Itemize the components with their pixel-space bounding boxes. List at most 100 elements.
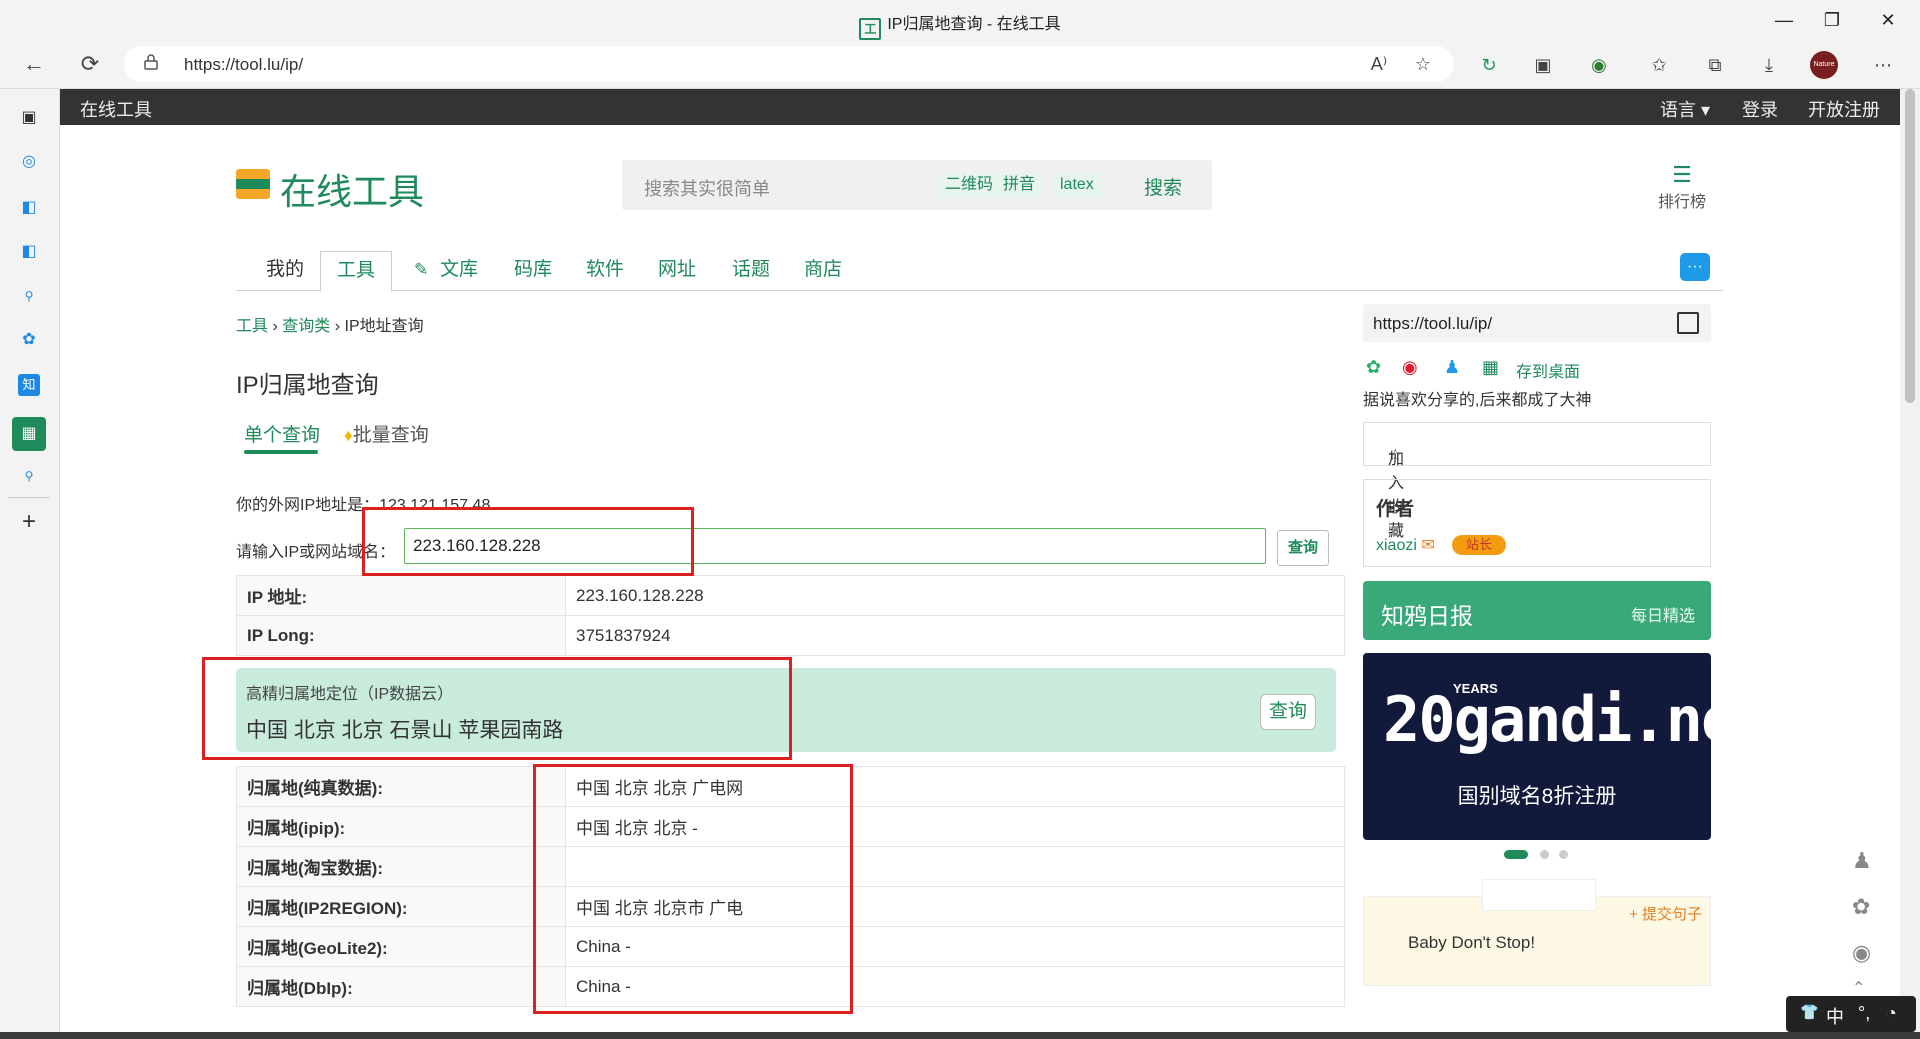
profile-avatar[interactable]: Nature [1810, 51, 1838, 79]
page-scrollbar[interactable] [1900, 89, 1920, 1039]
register-link[interactable]: 开放注册 [1808, 96, 1880, 122]
page-url-box: https://tool.lu/ip/ [1363, 304, 1711, 342]
site-brand-link[interactable]: 在线工具 [80, 96, 152, 122]
tab-batch-label: 批量查询 [352, 425, 429, 446]
ime-chinese-mode[interactable]: 中 [1826, 1003, 1844, 1029]
download-icon[interactable]: ⤓ [1758, 54, 1780, 76]
back-button[interactable]: ← [20, 50, 48, 78]
gandi-ad[interactable]: 20gandi.net YEARS 国别域名8折注册 [1363, 653, 1711, 840]
author-name-text: xiaozi [1376, 537, 1417, 554]
qq-float-icon[interactable]: ♟ [1852, 848, 1872, 874]
diamond-icon: ♦ [344, 426, 353, 445]
search-icon[interactable]: ⚲ [18, 465, 40, 487]
tab-single-query[interactable]: 单个查询 [244, 420, 320, 447]
qrcode-icon[interactable]: ▦ [1482, 357, 1499, 378]
list-icon: ☰ [1672, 162, 1692, 187]
zhihu-icon[interactable]: 知 [18, 374, 40, 396]
breadcrumb: 工具 › 查询类 › IP地址查询 [236, 312, 424, 336]
discover-icon[interactable]: ◎ [18, 151, 40, 173]
address-url[interactable]: https://tool.lu/ip/ [184, 55, 303, 75]
weibo-float-icon[interactable]: ◉ [1852, 940, 1871, 966]
search-icon[interactable]: ⚲ [18, 285, 40, 307]
app-icon[interactable]: ◧ [18, 197, 40, 219]
tab-codebase[interactable]: 码库 [510, 251, 556, 289]
query-button[interactable]: 查询 [1277, 530, 1329, 566]
scrollbar-thumb[interactable] [1905, 89, 1915, 403]
daily-subtitle: 每日精选 [1630, 608, 1695, 625]
wechat-icon[interactable]: ✿ [1366, 357, 1381, 378]
more-menu-icon[interactable]: ⋯ [1872, 54, 1894, 76]
search-button[interactable]: 搜索 [1144, 173, 1182, 200]
result-key: 归属地(淘宝数据): [236, 846, 566, 887]
author-heading: 作者 [1376, 499, 1415, 520]
favorites-icon[interactable]: ✩ [1648, 54, 1670, 76]
save-desktop-link[interactable]: 存到桌面 [1516, 358, 1580, 382]
breadcrumb-tools[interactable]: 工具 [236, 318, 268, 335]
author-name[interactable]: xiaozi ✉ [1376, 535, 1435, 555]
tab-mine[interactable]: 我的 [262, 251, 308, 289]
annotation-box-precise [202, 657, 792, 760]
restore-button[interactable]: ❐ [1816, 8, 1848, 32]
search-tag-latex[interactable]: latex [1053, 172, 1101, 198]
mail-icon[interactable]: ✉ [1421, 537, 1434, 554]
ime-toolbar: 👕 中 °, ◔ [1786, 996, 1916, 1032]
extension-globe-icon[interactable]: ◉ [1588, 54, 1610, 76]
add-favorite-button[interactable]: ☆ 加入收藏 [1363, 422, 1711, 540]
carousel-dot[interactable] [1540, 850, 1549, 859]
tab-tools[interactable]: 工具 [320, 251, 393, 292]
ranking-link[interactable]: ☰ 排行榜 [1652, 162, 1712, 212]
table-row: IP Long: 3751837924 [236, 615, 1345, 656]
submit-quote-link[interactable]: + 提交句子 [1629, 903, 1702, 924]
annotation-box-results [533, 764, 853, 1014]
moon-icon[interactable]: ◔ [1886, 1003, 1897, 1024]
login-link[interactable]: 登录 [1742, 96, 1778, 122]
tab-software[interactable]: 软件 [582, 251, 628, 289]
skin-icon[interactable]: 👕 [1800, 1003, 1819, 1021]
breadcrumb-separator: › [272, 318, 278, 335]
close-button[interactable]: ✕ [1872, 8, 1904, 32]
share-message: 据说喜欢分享的,后来都成了大神 [1363, 392, 1592, 409]
site-search[interactable]: 搜索其实很简单 二维码 拼音 latex 搜索 [622, 160, 1212, 210]
tab-library[interactable]: 文库 [436, 251, 482, 289]
tab-shop[interactable]: 商店 [800, 251, 846, 289]
tabs-icon[interactable]: ▣ [18, 107, 40, 129]
collections-icon[interactable]: ⧉ [1704, 54, 1726, 76]
search-tag-pinyin[interactable]: 拼音 [996, 172, 1043, 198]
result-key: 归属地(GeoLite2): [236, 926, 566, 967]
page-title: IP归属地查询 [236, 372, 379, 399]
search-tag-qrcode[interactable]: 二维码 [938, 172, 1001, 198]
back-to-top-icon[interactable]: ⌃ [1852, 978, 1865, 998]
precise-query-button[interactable]: 查询 [1260, 694, 1316, 730]
address-bar[interactable]: https://tool.lu/ip/ A⁾ ☆ [124, 46, 1454, 82]
language-menu[interactable]: 语言 ▾ [1660, 96, 1710, 122]
window-titlebar: 工 IP归属地查询 - 在线工具 — ❐ ✕ [0, 0, 1920, 40]
add-favorite-icon[interactable]: ☆ [1412, 53, 1434, 75]
baidu-icon[interactable]: ✿ [18, 329, 40, 351]
extension-window-icon[interactable]: ▣ [1532, 54, 1554, 76]
tool-favicon-icon: 工 [859, 18, 882, 40]
daily-banner[interactable]: 知鸦日报 每日精选 [1363, 581, 1711, 640]
carousel-dot[interactable] [1559, 850, 1568, 859]
pen-icon: ✎ [414, 260, 429, 279]
search-input[interactable]: 搜索其实很简单 [644, 175, 770, 201]
qq-icon[interactable]: ♟ [1444, 357, 1460, 378]
logo-text: 在线工具 [280, 171, 425, 212]
tab-batch-query[interactable]: ♦批量查询 [344, 420, 429, 447]
refresh-button[interactable]: ⟳ [76, 50, 104, 78]
chat-icon[interactable]: ··· [1680, 253, 1710, 281]
copy-icon[interactable] [1677, 312, 1699, 334]
add-icon[interactable]: + [18, 510, 40, 534]
app-icon[interactable]: ◧ [18, 241, 40, 263]
punctuation-icon[interactable]: °, [1858, 1003, 1870, 1024]
read-aloud-icon[interactable]: A⁾ [1368, 53, 1390, 75]
tab-sites[interactable]: 网址 [654, 251, 700, 289]
weibo-icon[interactable]: ◉ [1402, 357, 1418, 378]
breadcrumb-query[interactable]: 查询类 [282, 318, 330, 335]
tool-app-icon[interactable]: ▦ [12, 417, 46, 451]
extension-sync-icon[interactable]: ↻ [1478, 54, 1500, 76]
wechat-float-icon[interactable]: ✿ [1852, 894, 1870, 920]
minimize-button[interactable]: — [1768, 8, 1800, 32]
carousel-dot-active[interactable] [1504, 850, 1528, 859]
tab-topics[interactable]: 话题 [728, 251, 774, 289]
result-key: 归属地(纯真数据): [236, 766, 566, 807]
